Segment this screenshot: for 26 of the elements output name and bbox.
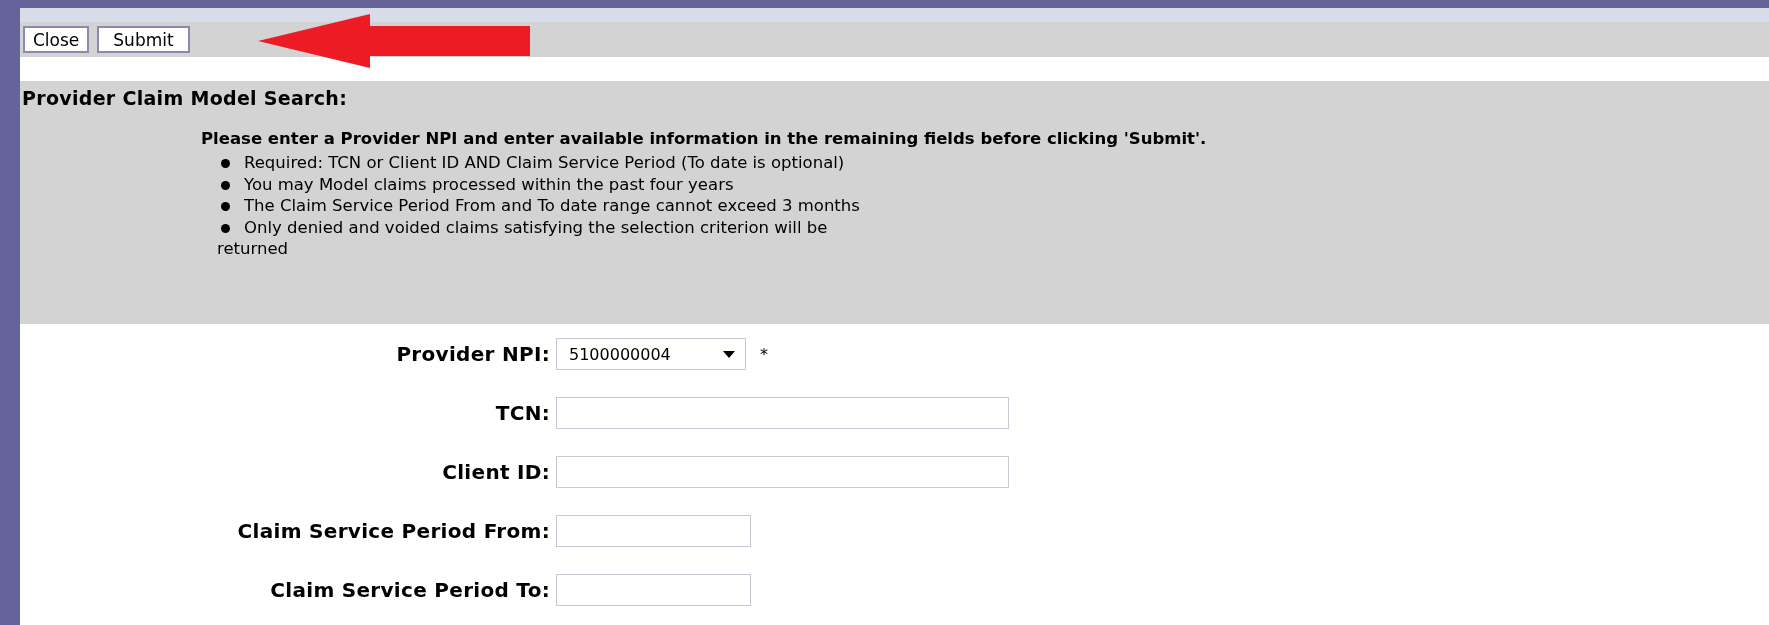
bullet-text: You may Model claims processed within the past four years [244, 173, 734, 195]
caret-icon [723, 350, 735, 358]
field-label: Provider NPI: [395, 342, 551, 366]
field-label: Claim Service Period To: [269, 578, 551, 602]
section-title: Provider Claim Model Search: [22, 87, 349, 109]
required-mark: * [760, 344, 768, 364]
date-field[interactable] [556, 515, 751, 547]
field-label: TCN: [494, 401, 551, 425]
field-label: Client ID: [441, 460, 551, 484]
bullet-text: Required: TCN or Client ID AND Claim Service Period (To date is optional) [244, 152, 845, 174]
npi-dropdown[interactable]: 5100000004 [556, 338, 746, 370]
bullet-text: The Claim Service Period From and To date range cannot exceed 3 months [244, 195, 860, 217]
bullet-text: returned [217, 238, 290, 259]
instruction-text: Please enter a Provider NPI and enter available information in the remaining fields before clicking 'Submit'. [201, 129, 1208, 148]
bullet-icon [221, 180, 230, 190]
input-field[interactable] [556, 456, 1009, 488]
submit-button[interactable]: Submit [97, 26, 190, 53]
bullet-text: Only denied and voided claims satisfying the selection criterion will be [244, 216, 828, 238]
bullet-icon [221, 159, 230, 168]
close-button[interactable]: Close [23, 26, 90, 53]
date-field[interactable] [556, 574, 751, 606]
arrow-icon [258, 14, 530, 68]
bullet-icon [221, 202, 230, 211]
field-label: Claim Service Period From: [236, 519, 551, 543]
input-field[interactable] [556, 397, 1009, 429]
bullet-icon [221, 223, 230, 233]
